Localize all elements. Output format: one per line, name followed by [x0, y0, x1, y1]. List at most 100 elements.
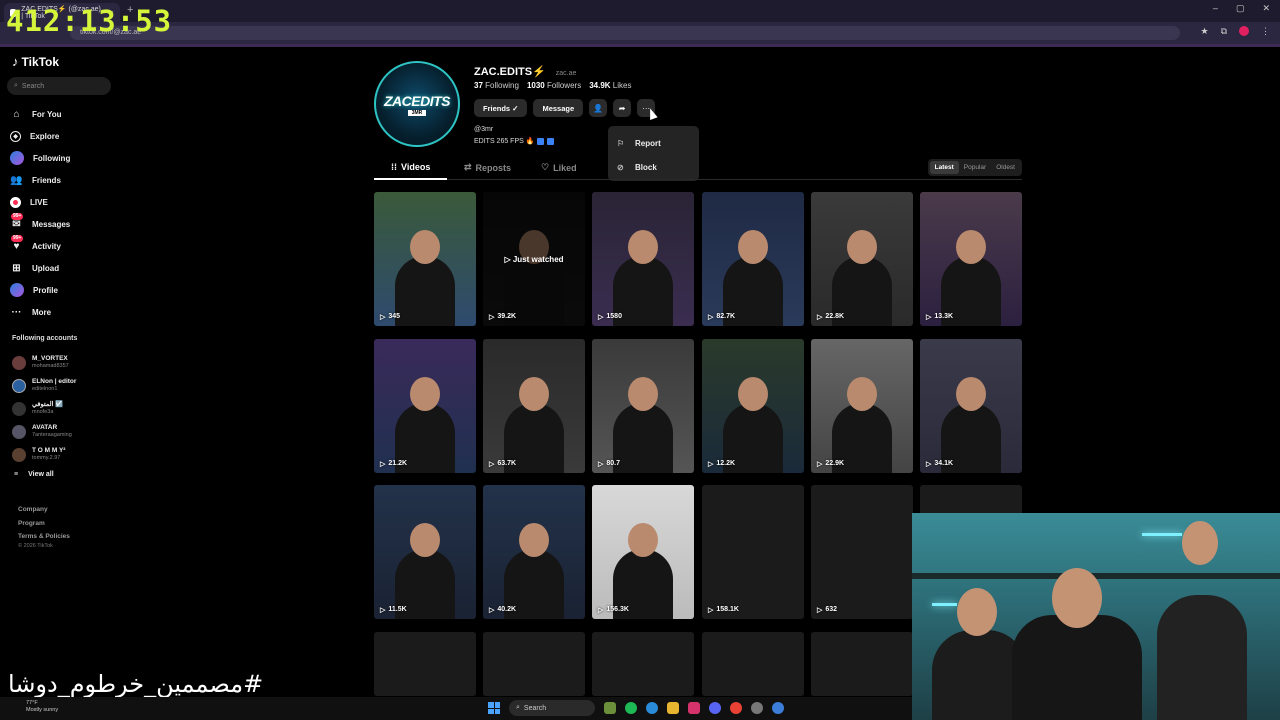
video-thumbnail[interactable]: ▷ 21.2K [374, 339, 476, 473]
footer-link-terms[interactable]: Terms & Policies [18, 530, 70, 544]
play-icon: ▷ [817, 314, 823, 321]
sort-latest[interactable]: Latest [929, 161, 959, 174]
nav-label: LIVE [30, 197, 48, 207]
taskbar-search[interactable]: ⌕ Search [509, 700, 595, 716]
view-count: ▷ 40.2K [489, 606, 516, 614]
user-avatar-icon[interactable] [1239, 26, 1249, 36]
video-thumbnail[interactable]: ▷ 34.1K [920, 339, 1022, 473]
close-window-icon[interactable]: ✕ [1262, 3, 1270, 14]
tab-liked[interactable]: ♡ Liked [541, 162, 577, 173]
spotify-icon[interactable] [625, 702, 637, 714]
video-thumbnail[interactable]: ▷ 40.2K [483, 485, 585, 619]
account-item[interactable]: T O M M Y² tommy.2.97 [12, 443, 76, 466]
sort-popular[interactable]: Popular [959, 161, 991, 174]
sidebar-item-more[interactable]: ··· More [10, 301, 70, 323]
thumbnail-face [847, 230, 877, 264]
sidebar-item-messages[interactable]: ✉ 99+ Messages [10, 212, 70, 235]
view-count: ▷ 11.5K [380, 606, 407, 614]
video-thumbnail[interactable]: ▷ 345 [374, 192, 476, 326]
video-thumbnail[interactable]: ▷ 80.7 [592, 339, 694, 473]
sidebar-item-explore[interactable]: ◆ Explore [10, 125, 70, 147]
profile-title: ZAC.EDITS⚡ zac.ae [474, 65, 576, 78]
footer-link-program[interactable]: Program [18, 517, 70, 531]
thumbnail-figure [613, 403, 673, 473]
nav-label: Upload [32, 263, 60, 273]
video-thumbnail[interactable]: ▷ 63.7K [483, 339, 585, 473]
video-thumbnail[interactable]: ▷ 11.5K [374, 485, 476, 619]
video-thumbnail[interactable]: ▷ Just watched ▷ 39.2K [483, 192, 585, 326]
activity-icon: ♥ 99+ [11, 234, 24, 252]
video-thumbnail[interactable]: ▷ 1580 [592, 192, 694, 326]
video-thumbnail[interactable]: ▷ 22.9K [811, 339, 913, 473]
account-item[interactable]: المتوفي ☑️ mnofe3a [12, 397, 76, 420]
profile-avatar[interactable]: ZACEDITS 3MR [374, 61, 460, 147]
sidebar-item-for-you[interactable]: ⌂ For You [10, 103, 70, 125]
tab-reposts[interactable]: ⇄ Reposts [464, 162, 511, 173]
chrome-icon[interactable] [730, 702, 742, 714]
menu-item-report[interactable]: ⚐ Report [608, 131, 699, 155]
account-item[interactable]: ELNon | editor editelnon1 [12, 374, 76, 397]
friends-button[interactable]: Friends ✓ [474, 99, 528, 117]
view-all-link[interactable]: ≡ View all [14, 471, 54, 478]
heart-icon: ♡ [541, 162, 550, 172]
play-icon: ▷ [489, 314, 495, 321]
video-thumbnail[interactable]: ▷ 82.7K [702, 192, 804, 326]
emoji-icon [537, 137, 545, 145]
video-thumbnail[interactable]: ▷ 22.8K [811, 192, 913, 326]
view-count: ▷ 22.8K [817, 313, 844, 321]
extensions-icon[interactable]: ⧉ [1221, 26, 1227, 37]
file-explorer-icon[interactable] [667, 702, 679, 714]
tab-videos[interactable]: ⁞⁞ Videos [391, 162, 430, 172]
following-stat[interactable]: 37 Following [474, 81, 519, 90]
video-thumbnail[interactable]: ▷ 12.2K [702, 339, 804, 473]
led-light [932, 603, 957, 606]
account-avatar [12, 401, 26, 416]
menu-icon[interactable]: ⋮ [1261, 26, 1270, 37]
sidebar-item-activity[interactable]: ♥ 99+ Activity [10, 234, 70, 257]
copilot-icon[interactable] [688, 702, 700, 714]
view-count: ▷ 1580 [598, 313, 622, 321]
thumbnail-face [628, 523, 658, 557]
maximize-icon[interactable]: ▢ [1236, 3, 1245, 14]
add-friend-icon[interactable]: 👤 [589, 99, 608, 117]
share-icon[interactable]: ➦ [613, 99, 632, 117]
sidebar-item-friends[interactable]: 👥 Friends [10, 169, 70, 191]
windows-start-icon[interactable] [488, 702, 500, 714]
sort-oldest[interactable]: Oldest [991, 161, 1020, 174]
video-thumbnail[interactable]: ▷ 632 [811, 485, 913, 619]
upload-icon: ⊞ [12, 262, 21, 274]
sidebar-item-live[interactable]: LIVE [10, 191, 70, 213]
account-item[interactable]: M_VORTEX mohamad8357 [12, 351, 76, 374]
discord-icon[interactable] [709, 702, 721, 714]
nav-label: Friends [32, 175, 61, 185]
sidebar-item-following[interactable]: Following [10, 147, 70, 169]
minimize-icon[interactable]: – [1213, 3, 1218, 14]
webcam-overlay [912, 513, 1280, 720]
video-thumbnail[interactable]: ▷ 158.1K [702, 485, 804, 619]
following-accounts-list: M_VORTEX mohamad8357 ELNon | editor editel… [12, 351, 76, 466]
sidebar-item-profile[interactable]: Profile [10, 279, 70, 301]
tiktok-logo[interactable]: ♪ TikTok [12, 54, 59, 69]
settings-icon[interactable] [751, 702, 763, 714]
account-item[interactable]: AVATAR 7anteraagaming [12, 420, 76, 443]
play-icon: ▷ [708, 461, 714, 468]
footer-link-company[interactable]: Company [18, 503, 70, 517]
video-thumbnail[interactable]: ▷ 156.3K [592, 485, 694, 619]
thumbnail-face [738, 230, 768, 264]
message-button[interactable]: Message [533, 99, 584, 117]
sidebar-item-upload[interactable]: ⊞ Upload [10, 257, 70, 279]
widgets-icon[interactable] [604, 702, 616, 714]
url-field[interactable]: tiktok.com/@zac.ae [70, 26, 1180, 40]
view-count-value: 1580 [606, 313, 622, 320]
followers-stat[interactable]: 1030 Followers [527, 81, 581, 90]
app-icon[interactable] [772, 702, 784, 714]
search-input[interactable]: ⌕ Search [7, 77, 111, 95]
weather-widget[interactable]: 77°F Mostly sunny [26, 700, 58, 714]
nav-label: More [32, 307, 52, 317]
view-count-value: 34.1K [934, 460, 954, 467]
likes-label: Likes [612, 81, 632, 90]
edge-icon[interactable] [646, 702, 658, 714]
bookmark-star-icon[interactable]: ★ [1200, 26, 1208, 37]
play-icon: ▷ [817, 607, 823, 614]
video-thumbnail[interactable]: ▷ 13.3K [920, 192, 1022, 326]
